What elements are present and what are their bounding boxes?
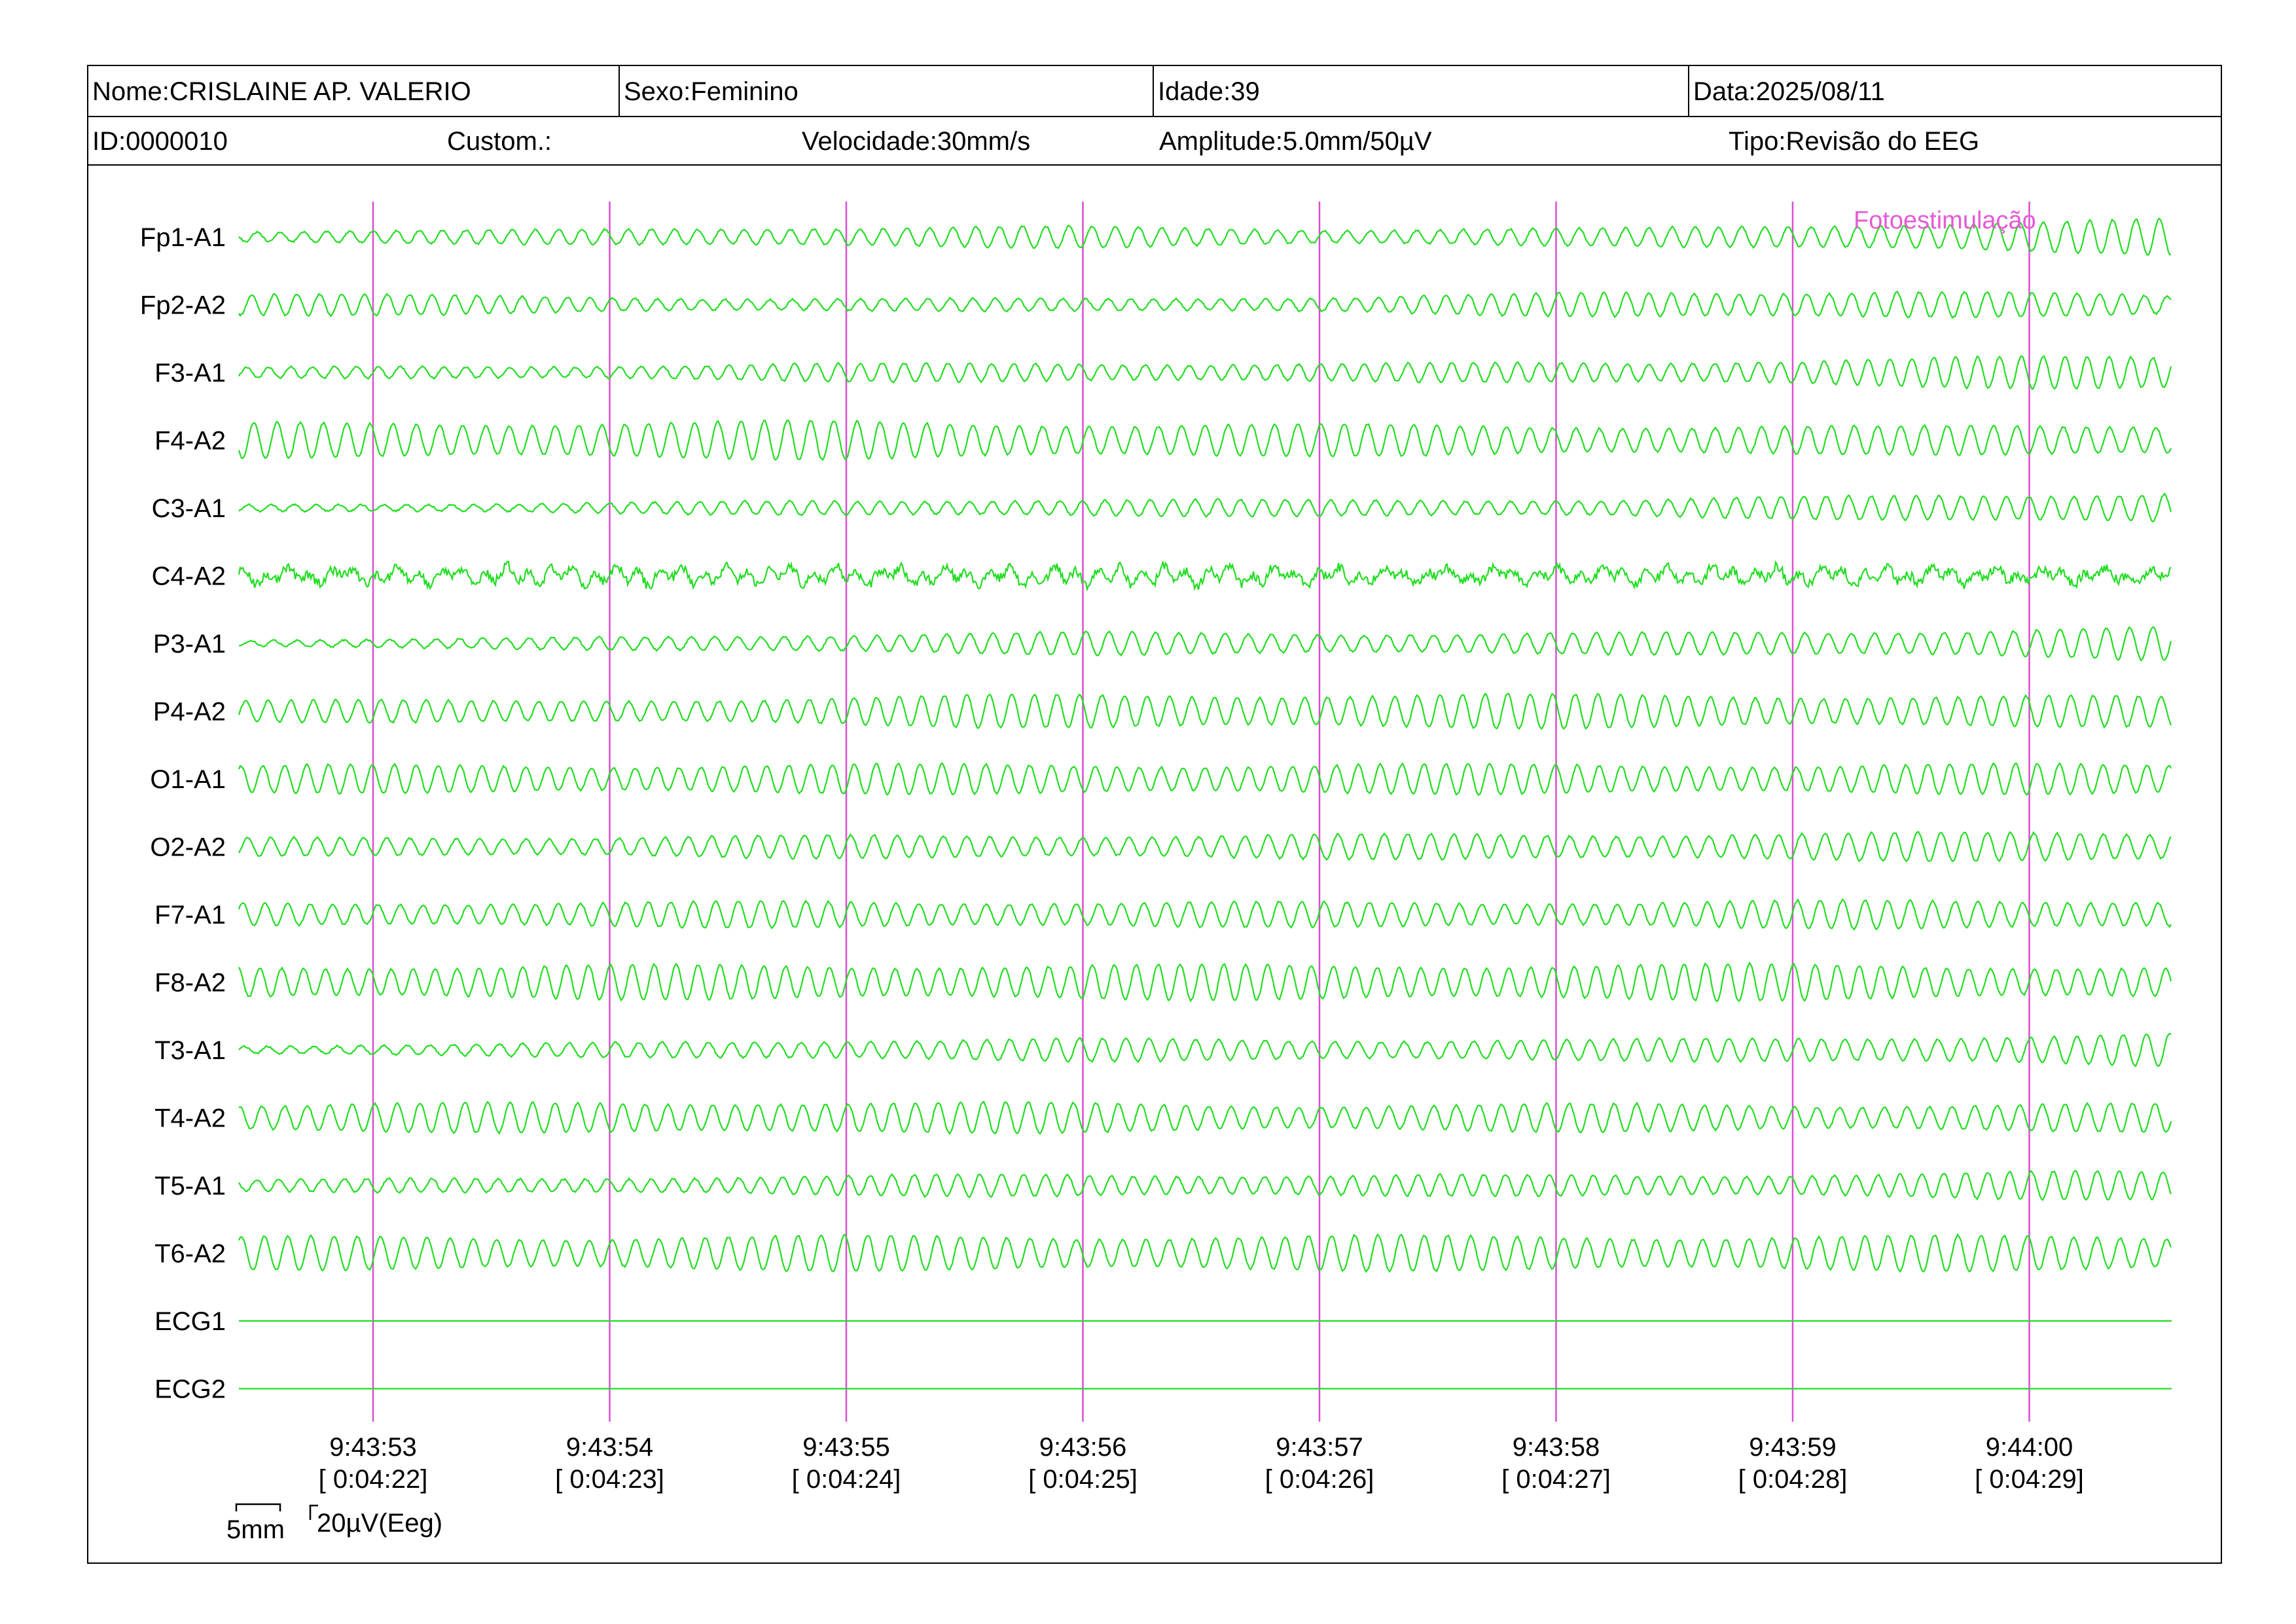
channel-label-o1-a1: O1-A1 <box>150 765 226 794</box>
tick-elapsed-0: [ 0:04:22] <box>319 1465 428 1494</box>
channel-label-ecg1: ECG1 <box>154 1307 226 1336</box>
channel-label-f8-a2: F8-A2 <box>154 969 226 998</box>
channel-label-ecg2: ECG2 <box>154 1375 226 1404</box>
trace-f3-a1 <box>238 355 2172 391</box>
trace-c3-a1 <box>238 492 2172 523</box>
trace-fp2-a2 <box>238 291 2172 319</box>
channel-label-f7-a1: F7-A1 <box>154 901 226 929</box>
tick-elapsed-3: [ 0:04:25] <box>1028 1465 1138 1494</box>
channel-label-fp1-a1: Fp1-A1 <box>140 223 226 252</box>
tick-elapsed-4: [ 0:04:26] <box>1265 1465 1374 1494</box>
trace-t6-a2 <box>238 1233 2172 1273</box>
channel-label-f4-a2: F4-A2 <box>154 427 226 456</box>
trace-o2-a2 <box>238 831 2172 863</box>
tick-time-5: 9:43:58 <box>1513 1433 1600 1462</box>
second-markers <box>372 202 2030 1422</box>
channel-label-t6-a2: T6-A2 <box>154 1240 226 1269</box>
channel-label-c3-a1: C3-A1 <box>152 494 226 523</box>
tick-time-1: 9:43:54 <box>566 1433 653 1462</box>
channel-label-t5-a1: T5-A1 <box>154 1172 226 1200</box>
tick-elapsed-6: [ 0:04:28] <box>1738 1465 1848 1494</box>
tick-elapsed-1: [ 0:04:23] <box>555 1465 664 1494</box>
channel-label-p3-a1: P3-A1 <box>153 630 226 659</box>
time-axis: 9:43:53 [ 0:04:22] 9:43:54 [ 0:04:23] 9:43:5… <box>319 1433 2084 1494</box>
scale-bar: 5mm 20µV(Eeg) <box>226 1503 442 1544</box>
trace-o1-a1 <box>238 762 2172 796</box>
channel-labels: Fp1-A1 Fp2-A2 F3-A1 F4-A2 C3-A1 C4-A2 P3-A1 P4-… <box>140 223 226 1404</box>
channel-label-t3-a1: T3-A1 <box>154 1036 226 1065</box>
tick-time-6: 9:43:59 <box>1749 1433 1836 1462</box>
tick-time-0: 9:43:53 <box>329 1433 416 1462</box>
tick-time-4: 9:43:57 <box>1276 1433 1363 1462</box>
amplitude-scale-label: 20µV(Eeg) <box>317 1509 442 1538</box>
tick-elapsed-5: [ 0:04:27] <box>1501 1465 1611 1494</box>
tick-elapsed-2: [ 0:04:24] <box>792 1465 901 1494</box>
channel-label-f3-a1: F3-A1 <box>154 359 226 388</box>
trace-f4-a2 <box>238 419 2172 461</box>
time-scale-label: 5mm <box>226 1515 285 1544</box>
eeg-chart: Fp1-A1 Fp2-A2 F3-A1 F4-A2 C3-A1 C4-A2 P3-A1 P4-… <box>140 202 2172 1544</box>
trace-t4-a2 <box>238 1100 2172 1135</box>
trace-f7-a1 <box>238 898 2172 931</box>
tick-time-3: 9:43:56 <box>1039 1433 1126 1462</box>
channel-label-o2-a2: O2-A2 <box>150 833 226 862</box>
trace-p4-a2 <box>238 693 2172 731</box>
channel-label-c4-a2: C4-A2 <box>152 562 226 591</box>
time-scale-line <box>235 1503 281 1511</box>
channel-label-t4-a2: T4-A2 <box>154 1104 226 1133</box>
eeg-traces <box>238 217 2172 1390</box>
tick-elapsed-7: [ 0:04:29] <box>1975 1465 2084 1494</box>
tick-time-2: 9:43:55 <box>802 1433 889 1462</box>
channel-label-fp2-a2: Fp2-A2 <box>140 291 226 320</box>
trace-p3-a1 <box>238 626 2172 662</box>
event-label: Fotoestimulação <box>1854 207 2036 234</box>
trace-t5-a1 <box>238 1170 2172 1201</box>
trace-t3-a1 <box>238 1032 2172 1068</box>
trace-f8-a2 <box>238 961 2172 1003</box>
channel-label-p4-a2: P4-A2 <box>153 698 226 727</box>
trace-c4-a2 <box>238 560 2172 592</box>
tick-time-7: 9:44:00 <box>1986 1433 2073 1462</box>
